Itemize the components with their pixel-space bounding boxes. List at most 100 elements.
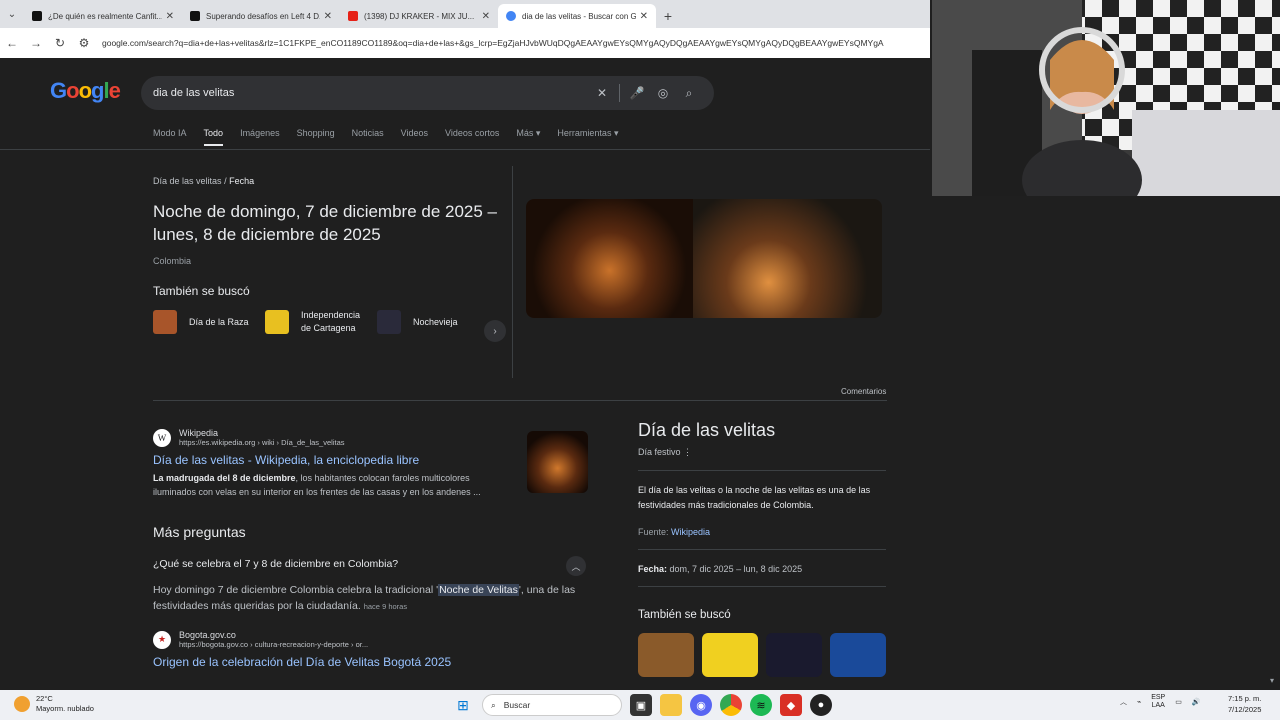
tab-mas[interactable]: Más ▾ bbox=[516, 128, 540, 146]
also-searched-item[interactable]: Día de la Raza bbox=[153, 309, 251, 335]
empty-area bbox=[930, 196, 1280, 690]
language-indicator[interactable]: ESP LAA bbox=[1151, 694, 1165, 710]
file-explorer-icon[interactable] bbox=[660, 694, 682, 716]
wikipedia-favicon-icon: W bbox=[153, 428, 171, 447]
tab-videos-cortos[interactable]: Videos cortos bbox=[445, 128, 499, 146]
tab-shopping[interactable]: Shopping bbox=[297, 128, 335, 146]
system-clock[interactable]: 7:15 p. m. 7/12/2025 bbox=[1228, 693, 1261, 715]
clear-icon[interactable]: ✕ bbox=[589, 86, 615, 100]
knowledge-panel: Día de las velitas Día festivo ⋮ El día … bbox=[638, 420, 888, 677]
divider bbox=[638, 470, 886, 471]
search-input[interactable]: dia de las velitas bbox=[153, 87, 589, 99]
kp-also-heading: También se buscó bbox=[638, 609, 731, 621]
tab-close-icon[interactable]: ✕ bbox=[640, 11, 648, 22]
kp-thumbnail[interactable] bbox=[830, 633, 886, 677]
browser-tab-active[interactable]: dia de las velitas - Buscar con G... ✕ bbox=[498, 4, 656, 28]
taskbar-search[interactable]: ⌕ Buscar bbox=[482, 694, 622, 716]
kp-subtitle-text: Día festivo bbox=[638, 447, 681, 457]
tab-herramientas[interactable]: Herramientas ▾ bbox=[557, 128, 618, 146]
search-icon[interactable]: ⌕ bbox=[676, 86, 702, 101]
tab-search-chevron-icon[interactable]: ⌄ bbox=[0, 0, 24, 28]
feedback-link[interactable]: Comentarios bbox=[841, 387, 886, 396]
tab-todo[interactable]: Todo bbox=[203, 128, 224, 146]
tab-videos[interactable]: Videos bbox=[401, 128, 428, 146]
also-searched-item[interactable]: Independencia de Cartagena bbox=[265, 309, 363, 335]
result-title-link[interactable]: Origen de la celebración del Día de Veli… bbox=[153, 655, 593, 669]
tab-modo-ia[interactable]: Modo IA bbox=[153, 128, 187, 146]
kp-source: Fuente: Wikipedia bbox=[638, 527, 888, 537]
paa-question[interactable]: ¿Qué se celebra el 7 y 8 de diciembre en… bbox=[153, 558, 398, 570]
chevron-right-icon[interactable]: › bbox=[484, 320, 506, 342]
result-thumbnail[interactable] bbox=[527, 431, 588, 493]
tab-close-icon[interactable]: ✕ bbox=[482, 11, 490, 22]
weather-widget[interactable]: 22°C Mayorm. nublado bbox=[14, 694, 94, 714]
breadcrumb-root[interactable]: Día de las velitas bbox=[153, 176, 222, 186]
google-logo[interactable]: Google bbox=[50, 78, 121, 104]
kp-source-link[interactable]: Wikipedia bbox=[671, 527, 710, 537]
temperature: 22°C bbox=[36, 694, 53, 703]
search-box[interactable]: dia de las velitas ✕ 🎤 ◎ ⌕ bbox=[141, 76, 714, 110]
tiktok-favicon-icon bbox=[32, 11, 42, 21]
divider bbox=[512, 166, 513, 378]
scroll-down-icon[interactable]: ▾ bbox=[1270, 676, 1274, 685]
browser-tab[interactable]: ¿De quién es realmente Canfit... ✕ bbox=[24, 4, 182, 28]
result-cite: https://es.wikipedia.org › wiki › Día_de… bbox=[179, 438, 345, 447]
also-searched-item[interactable]: Nochevieja bbox=[377, 309, 475, 335]
featured-country: Colombia bbox=[153, 256, 192, 266]
kp-description: El día de las velitas o la noche de las … bbox=[638, 485, 871, 510]
app-icon[interactable]: ◆ bbox=[780, 694, 802, 716]
search-result: W Wikipedia https://es.wikipedia.org › w… bbox=[153, 428, 503, 499]
kp-date-label: Fecha: bbox=[638, 564, 668, 574]
dia-de-la-raza-thumbnail bbox=[153, 310, 177, 334]
velitas-photo[interactable] bbox=[526, 199, 693, 318]
browser-tab-strip: ⌄ ¿De quién es realmente Canfit... ✕ Sup… bbox=[0, 0, 930, 28]
chrome-icon[interactable] bbox=[720, 694, 742, 716]
chevron-up-icon[interactable]: ︿ bbox=[1120, 697, 1127, 707]
display-icon[interactable]: ▭ bbox=[1175, 698, 1182, 706]
divider bbox=[0, 149, 930, 150]
spotify-icon[interactable]: ≋ bbox=[750, 694, 772, 716]
volume-icon[interactable]: 🔊 bbox=[1192, 698, 1201, 706]
paa-heading: Más preguntas bbox=[153, 524, 246, 540]
tab-title: ¿De quién es realmente Canfit... bbox=[48, 11, 162, 21]
clock-time: 7:15 p. m. bbox=[1228, 694, 1262, 703]
chevron-up-icon[interactable]: ︿ bbox=[566, 556, 586, 576]
tab-close-icon[interactable]: ✕ bbox=[166, 11, 174, 22]
tab-noticias[interactable]: Noticias bbox=[352, 128, 384, 146]
result-source[interactable]: W Wikipedia https://es.wikipedia.org › w… bbox=[153, 428, 503, 447]
tab-close-icon[interactable]: ✕ bbox=[324, 11, 332, 22]
children-candles-photo[interactable] bbox=[693, 199, 882, 318]
also-searched-label: Independencia de Cartagena bbox=[301, 310, 361, 333]
discord-icon[interactable]: ◉ bbox=[690, 694, 712, 716]
kp-thumbnail[interactable] bbox=[638, 633, 694, 677]
more-options-icon[interactable]: ⋮ bbox=[683, 447, 692, 457]
reload-icon[interactable]: ↻ bbox=[48, 31, 72, 55]
new-tab-button[interactable]: + bbox=[656, 4, 680, 28]
result-title-link[interactable]: Día de las velitas - Wikipedia, la encic… bbox=[153, 453, 503, 467]
weather-icon bbox=[14, 696, 30, 712]
back-arrow-icon[interactable]: ← bbox=[0, 31, 24, 55]
lens-camera-icon[interactable]: ◎ bbox=[650, 86, 676, 100]
tab-title: Superando desafíos en Left 4 D... bbox=[206, 11, 320, 21]
site-settings-icon[interactable]: ⚙ bbox=[72, 31, 96, 55]
tab-imagenes[interactable]: Imágenes bbox=[240, 128, 280, 146]
task-view-icon[interactable]: ▣ bbox=[630, 694, 652, 716]
forward-arrow-icon[interactable]: → bbox=[24, 31, 48, 55]
kp-date-value: dom, 7 dic 2025 – lun, 8 dic 2025 bbox=[669, 564, 803, 574]
microphone-icon[interactable]: 🎤 bbox=[624, 86, 650, 100]
kp-thumbnail[interactable] bbox=[766, 633, 822, 677]
url-field[interactable]: google.com/search?q=dia+de+las+velitas&r… bbox=[96, 38, 930, 48]
also-searched-label: Nochevieja bbox=[413, 316, 458, 327]
also-searched-label: Día de la Raza bbox=[189, 316, 249, 327]
windows-start-icon[interactable]: ⊞ bbox=[452, 694, 474, 716]
obs-icon[interactable]: ● bbox=[810, 694, 832, 716]
kp-also-thumbnails bbox=[638, 633, 888, 677]
browser-tab[interactable]: (1398) DJ KRAKER - MIX JU... ✕ bbox=[340, 4, 498, 28]
featured-images[interactable] bbox=[526, 199, 882, 318]
breadcrumb-separator: / bbox=[224, 176, 227, 186]
browser-tab[interactable]: Superando desafíos en Left 4 D... ✕ bbox=[182, 4, 340, 28]
kp-thumbnail[interactable] bbox=[702, 633, 758, 677]
network-icon[interactable]: ⌁ bbox=[1137, 698, 1141, 706]
address-bar: ← → ↻ ⚙ google.com/search?q=dia+de+las+v… bbox=[0, 28, 930, 58]
result-source[interactable]: ★ Bogota.gov.co https://bogota.gov.co › … bbox=[153, 630, 593, 649]
